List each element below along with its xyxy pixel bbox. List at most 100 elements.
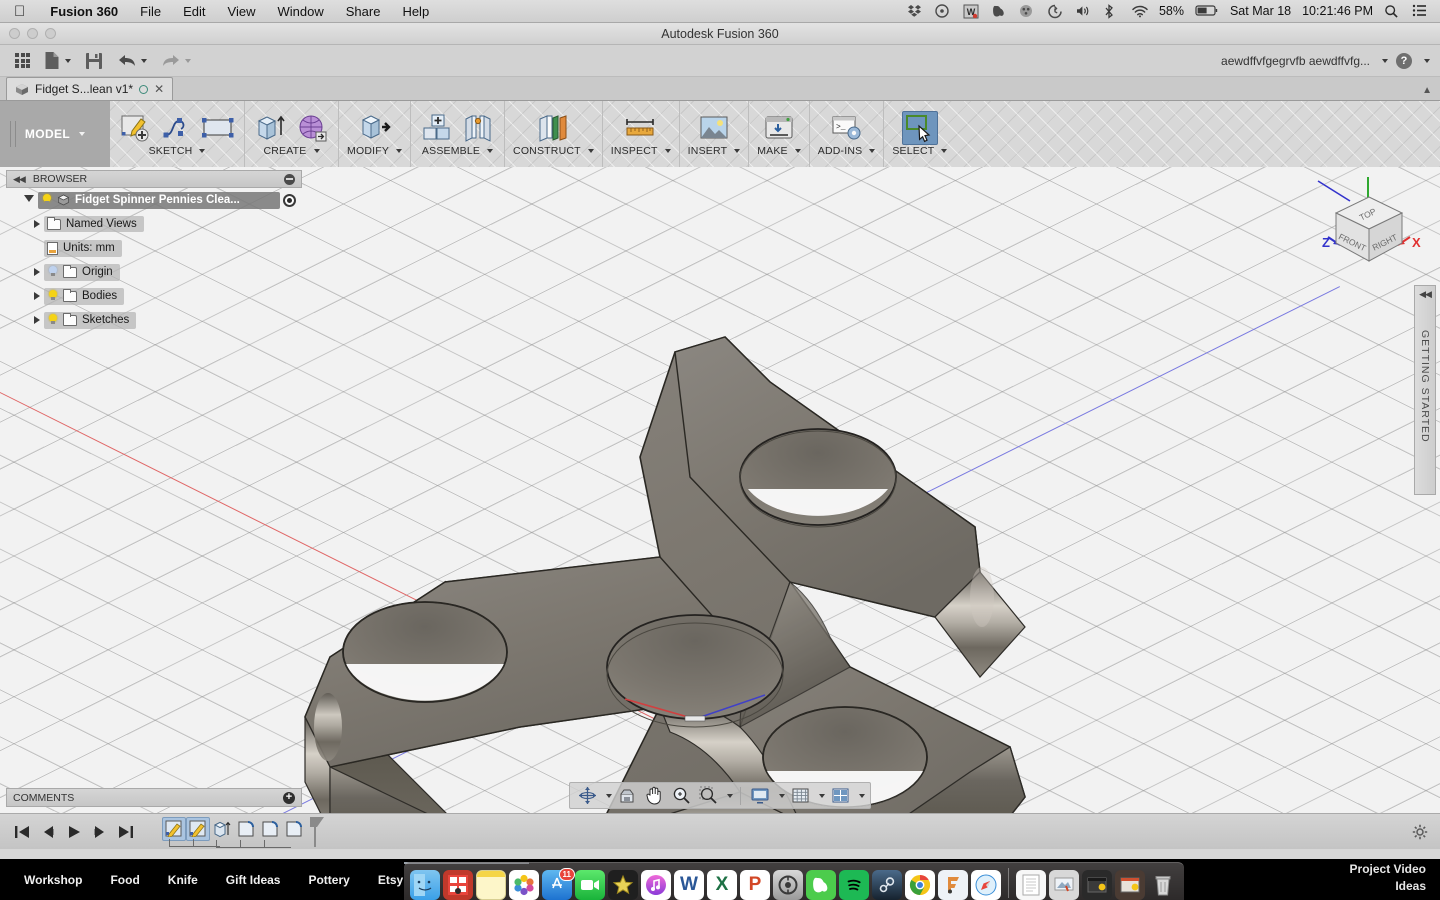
steam-icon[interactable] — [872, 870, 902, 900]
close-icon[interactable]: ✕ — [154, 82, 164, 96]
viewports-icon[interactable] — [828, 785, 852, 806]
browser-item-origin[interactable]: Origin — [6, 260, 302, 284]
menu-item-edit[interactable]: Edit — [172, 4, 216, 19]
go-to-end-icon[interactable] — [114, 820, 138, 844]
visibility-bulb-icon[interactable] — [41, 193, 52, 207]
battery-icon[interactable] — [1195, 4, 1219, 19]
rectangle-icon[interactable] — [200, 111, 236, 145]
browser-item-units[interactable]: Units: mm — [6, 236, 302, 260]
sketch-feature-icon[interactable] — [186, 816, 220, 847]
select-chevron-down-icon[interactable] — [941, 149, 948, 153]
browser-item-root[interactable]: Fidget Spinner Pennies Clea... — [6, 188, 302, 212]
expander-closed-icon[interactable] — [34, 316, 40, 324]
grid-snaps-icon[interactable] — [788, 785, 812, 806]
undo-icon[interactable] — [110, 48, 154, 74]
expander-open-icon[interactable] — [24, 194, 34, 206]
scripts-addins-icon[interactable]: >_ — [829, 111, 865, 145]
measure-icon[interactable] — [623, 111, 659, 145]
pan-icon[interactable] — [642, 785, 666, 806]
spline-icon[interactable] — [159, 111, 195, 145]
bluetooth-icon[interactable] — [1103, 3, 1120, 19]
volume-icon[interactable] — [1075, 4, 1092, 19]
expander-closed-icon[interactable] — [34, 268, 40, 276]
notification-center-icon[interactable] — [1412, 4, 1429, 19]
create-chevron-down-icon[interactable] — [313, 149, 320, 153]
addins-chevron-down-icon[interactable] — [869, 149, 876, 153]
spotify-icon[interactable] — [839, 870, 869, 900]
chrome-icon[interactable] — [905, 870, 935, 900]
visibility-bulb-icon[interactable] — [47, 289, 58, 303]
facetime-icon[interactable] — [575, 870, 605, 900]
step-back-icon[interactable] — [36, 820, 60, 844]
press-pull-icon[interactable] — [357, 111, 393, 145]
fillet-feature-icon[interactable] — [234, 817, 267, 848]
step-forward-icon[interactable] — [88, 820, 112, 844]
comments-panel[interactable]: COMMENTS + — [6, 788, 302, 807]
chess-icon[interactable] — [1019, 4, 1036, 19]
apple-icon[interactable]:  — [0, 4, 39, 19]
menu-item-window[interactable]: Window — [266, 4, 334, 19]
sketch-icon[interactable] — [773, 870, 803, 900]
redo-icon[interactable] — [154, 48, 198, 74]
document-file-icon[interactable] — [1016, 870, 1046, 900]
evernote-icon[interactable] — [991, 4, 1008, 19]
account-name[interactable]: aewdffvfgegrvfb aewdffvfg... — [1221, 54, 1370, 68]
collapse-left-icon[interactable]: ◀◀ — [13, 174, 26, 185]
add-comment-icon[interactable]: + — [283, 791, 295, 804]
orbit-icon[interactable] — [575, 785, 599, 806]
root-radio-icon[interactable] — [283, 193, 296, 207]
fidget-spinner-3d-model[interactable] — [270, 227, 1060, 813]
construct-chevron-down-icon[interactable] — [587, 149, 594, 153]
menu-item-view[interactable]: View — [217, 4, 267, 19]
document-tab[interactable]: Fidget S...lean v1* ✕ — [6, 77, 174, 100]
bookmark-food[interactable]: Food — [96, 873, 153, 887]
assemble-chevron-down-icon[interactable] — [487, 149, 494, 153]
collapse-right-icon[interactable]: ◀◀ — [1419, 286, 1432, 300]
menu-item-share[interactable]: Share — [335, 4, 392, 19]
inspect-chevron-down-icon[interactable] — [664, 149, 671, 153]
help-icon[interactable]: ? — [1396, 52, 1412, 69]
3d-viewport[interactable]: ◀◀ BROWSER Fidget Spinner Pennies Clea..… — [0, 167, 1440, 813]
search-icon[interactable] — [1384, 4, 1401, 19]
save-icon[interactable] — [78, 48, 110, 74]
orbit-chevron-down-icon[interactable] — [606, 793, 612, 798]
safari-icon[interactable] — [971, 870, 1001, 900]
photos-icon[interactable] — [509, 870, 539, 900]
fillet-feature-icon[interactable] — [282, 817, 306, 841]
menu-item-fusion360[interactable]: Fusion 360 — [39, 4, 129, 19]
browser-item-named-views[interactable]: Named Views — [6, 212, 302, 236]
imovie-icon[interactable] — [608, 870, 638, 900]
visibility-bulb-icon[interactable] — [47, 265, 58, 279]
new-component-icon[interactable] — [419, 111, 455, 145]
extrude-feature-icon[interactable] — [210, 817, 243, 848]
account-chevron-down-icon[interactable] — [1382, 58, 1388, 63]
app-grid-icon[interactable] — [8, 48, 37, 74]
app-store-icon[interactable]: 11 — [542, 868, 575, 900]
extrude-icon[interactable] — [253, 111, 289, 145]
sketch-feature-icon[interactable] — [162, 816, 196, 847]
chrome-window-icon[interactable] — [1082, 870, 1112, 900]
expander-closed-icon[interactable] — [34, 292, 40, 300]
ribbon-collapse-icon[interactable]: ▲ — [1422, 85, 1432, 96]
insert-chevron-down-icon[interactable] — [734, 149, 741, 153]
3d-print-icon[interactable] — [761, 111, 797, 145]
timeline-settings-icon[interactable] — [1412, 824, 1428, 840]
chrome-window2-icon[interactable] — [1115, 870, 1145, 900]
evernote-icon[interactable] — [806, 870, 836, 900]
browser-item-sketches[interactable]: Sketches — [6, 308, 302, 332]
workspace-switcher[interactable]: MODEL — [0, 101, 110, 167]
help-chevron-down-icon[interactable] — [1424, 58, 1430, 63]
wifi-icon[interactable] — [1131, 4, 1148, 19]
dropbox-icon[interactable] — [907, 4, 924, 19]
notes-icon[interactable] — [476, 870, 506, 900]
insert-image-icon[interactable] — [696, 111, 732, 145]
menu-item-help[interactable]: Help — [391, 4, 440, 19]
play-icon[interactable] — [62, 820, 86, 844]
create-sketch-icon[interactable] — [118, 111, 154, 145]
viewports-chevron-down-icon[interactable] — [859, 793, 865, 798]
go-to-beginning-icon[interactable] — [10, 820, 34, 844]
itunes-icon[interactable] — [641, 870, 671, 900]
minimize-icon[interactable] — [284, 173, 295, 185]
sync-circle-icon[interactable] — [139, 84, 149, 94]
zoom-icon[interactable] — [669, 785, 693, 806]
